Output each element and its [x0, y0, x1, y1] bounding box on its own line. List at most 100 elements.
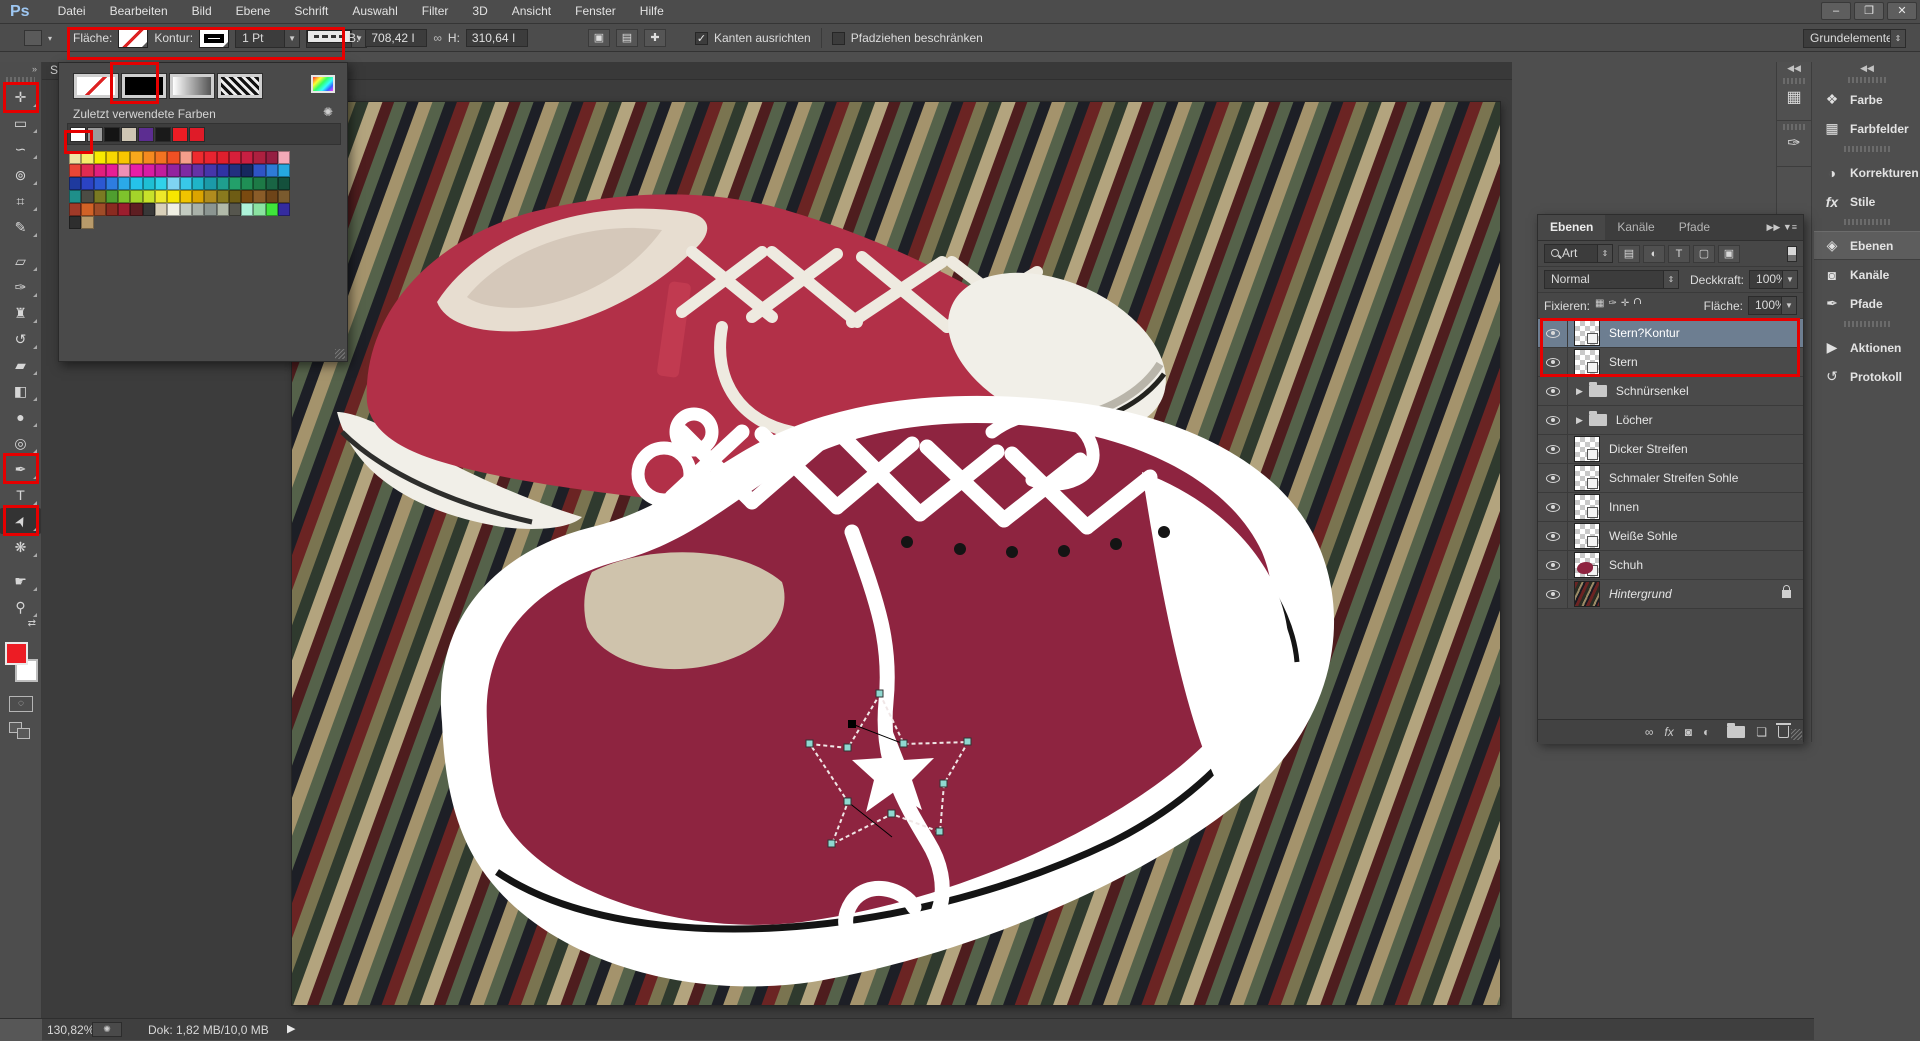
layer-row[interactable]: Schuh [1538, 551, 1803, 580]
color-swatch-4-1[interactable] [81, 203, 93, 216]
rectangular-marquee-tool[interactable]: ▭ [0, 110, 41, 136]
color-swatch-0-3[interactable] [106, 151, 118, 164]
dock-item-stile[interactable]: fxStile [1814, 187, 1920, 216]
recent-color-swatch-4[interactable] [138, 127, 154, 142]
color-swatch-1-10[interactable] [192, 164, 204, 177]
menu-ebene[interactable]: Ebene [224, 0, 283, 23]
chevron-down-icon[interactable]: ▼ [284, 30, 299, 47]
panel-grip[interactable] [6, 77, 35, 83]
resize-grip[interactable] [1791, 729, 1802, 740]
restore-button[interactable]: ❐ [1854, 2, 1884, 20]
eye-icon[interactable] [1546, 532, 1560, 541]
color-swatch-4-6[interactable] [143, 203, 155, 216]
lock-position-icon[interactable]: ✛ [1621, 298, 1629, 314]
color-swatch-2-5[interactable] [130, 177, 142, 190]
dock-item-kanaele[interactable]: ◙Kanäle [1814, 260, 1920, 289]
fill-opacity-combo[interactable]: 100% ▼ [1748, 296, 1797, 315]
color-swatch-3-4[interactable] [118, 190, 130, 203]
hand-tool[interactable]: ☛ [0, 568, 41, 594]
properties-panel-button[interactable]: ▦ [1777, 75, 1811, 121]
color-swatch-1-9[interactable] [180, 164, 192, 177]
chevron-down-icon[interactable]: ▼ [1782, 271, 1797, 288]
tool-preset-picker[interactable]: ▾ [24, 24, 52, 52]
menu-filter[interactable]: Filter [410, 0, 461, 23]
new-group-icon[interactable] [1727, 726, 1745, 738]
layer-row[interactable]: Stern [1538, 348, 1803, 377]
type-tool[interactable]: T [0, 482, 41, 508]
fill-swatch[interactable] [118, 29, 148, 48]
layer-thumbnail[interactable] [1574, 581, 1600, 607]
recent-color-swatch-5[interactable] [155, 127, 171, 142]
menu-bearbeiten[interactable]: Bearbeiten [98, 0, 180, 23]
filter-kind-adjustment-icon[interactable]: ◐ [1643, 245, 1665, 263]
swap-colors-icon[interactable]: ⇄ [0, 618, 42, 629]
close-button[interactable]: ✕ [1887, 2, 1917, 20]
eye-icon[interactable] [1546, 387, 1560, 396]
pen-tool[interactable]: ✒ [0, 456, 41, 482]
visibility-cell[interactable] [1538, 522, 1568, 550]
opacity-combo[interactable]: 100% ▼ [1749, 270, 1798, 289]
color-swatch-0-17[interactable] [278, 151, 290, 164]
collapse-dock-icon[interactable]: ◀◀ [1777, 62, 1811, 75]
dock-item-korrekturen[interactable]: ◑Korrekturen [1814, 158, 1920, 187]
link-layers-icon[interactable]: ∞ [1645, 725, 1654, 739]
filter-kind-combo[interactable]: Art ⇕ [1544, 244, 1613, 263]
healing-brush-tool[interactable]: ▱ [0, 248, 41, 274]
path-selection-tool[interactable]: ➤ [0, 508, 41, 534]
eye-icon[interactable] [1546, 474, 1560, 483]
color-swatch-1-4[interactable] [118, 164, 130, 177]
color-swatch-3-13[interactable] [229, 190, 241, 203]
eyedropper-tool[interactable]: ✎ [0, 214, 41, 240]
color-swatch-4-13[interactable] [229, 203, 241, 216]
path-operation-icon-2[interactable]: ✚ [644, 29, 666, 47]
color-swatch-4-12[interactable] [217, 203, 229, 216]
color-swatch-3-11[interactable] [204, 190, 216, 203]
color-swatch-0-5[interactable] [130, 151, 142, 164]
layer-row[interactable]: Weiße Sohle [1538, 522, 1803, 551]
color-swatch-2-8[interactable] [167, 177, 179, 190]
visibility-cell[interactable] [1538, 348, 1568, 376]
color-swatch-3-3[interactable] [106, 190, 118, 203]
color-swatch-3-17[interactable] [278, 190, 290, 203]
dodge-tool[interactable]: ◎ [0, 430, 41, 456]
eye-icon[interactable] [1546, 561, 1560, 570]
adjustment-layer-icon[interactable]: ◐ [1703, 725, 1710, 739]
recent-color-swatch-2[interactable] [104, 127, 120, 142]
brush-tool[interactable]: ✑ [0, 274, 41, 300]
chevron-down-icon[interactable]: ▼ [1781, 297, 1796, 314]
visibility-cell[interactable] [1538, 377, 1568, 405]
constrain-path-checkbox[interactable] [832, 32, 845, 45]
color-swatch-3-10[interactable] [192, 190, 204, 203]
color-swatch-0-11[interactable] [204, 151, 216, 164]
color-swatch-1-16[interactable] [266, 164, 278, 177]
color-swatch-0-14[interactable] [241, 151, 253, 164]
color-swatch-4-16[interactable] [266, 203, 278, 216]
color-swatch-0-4[interactable] [118, 151, 130, 164]
tab-ebenen[interactable]: Ebenen [1538, 215, 1605, 240]
pattern-button[interactable] [217, 73, 263, 99]
filter-kind-shape-icon[interactable]: ▢ [1693, 245, 1715, 263]
eraser-tool[interactable]: ▰ [0, 352, 41, 378]
color-swatch-2-17[interactable] [278, 177, 290, 190]
color-swatch-4-4[interactable] [118, 203, 130, 216]
dock-item-farbfelder[interactable]: ▦Farbfelder [1814, 114, 1920, 143]
eye-icon[interactable] [1546, 503, 1560, 512]
color-swatch-3-12[interactable] [217, 190, 229, 203]
filter-kind-type-icon[interactable]: T [1668, 245, 1690, 263]
color-swatch-1-5[interactable] [130, 164, 142, 177]
recent-color-swatch-7[interactable] [189, 127, 205, 142]
color-swatch-4-8[interactable] [167, 203, 179, 216]
quick-mask-button[interactable]: ◌ [9, 696, 33, 712]
filter-kind-smartobject-icon[interactable]: ▣ [1718, 245, 1740, 263]
menu-datei[interactable]: Datei [46, 0, 98, 23]
menu-hilfe[interactable]: Hilfe [628, 0, 676, 23]
filter-toggle-switch[interactable] [1787, 246, 1797, 262]
layer-thumbnail[interactable] [1574, 349, 1600, 375]
stroke-width-combo[interactable]: 1 Pt ▼ [235, 29, 300, 48]
color-swatch-2-2[interactable] [94, 177, 106, 190]
color-swatch-4-3[interactable] [106, 203, 118, 216]
lock-pixels-icon[interactable]: ✑ [1608, 298, 1616, 314]
color-swatch-0-12[interactable] [217, 151, 229, 164]
opacity-value[interactable]: 100% [1750, 271, 1782, 288]
move-tool[interactable]: ✛ [0, 84, 41, 110]
